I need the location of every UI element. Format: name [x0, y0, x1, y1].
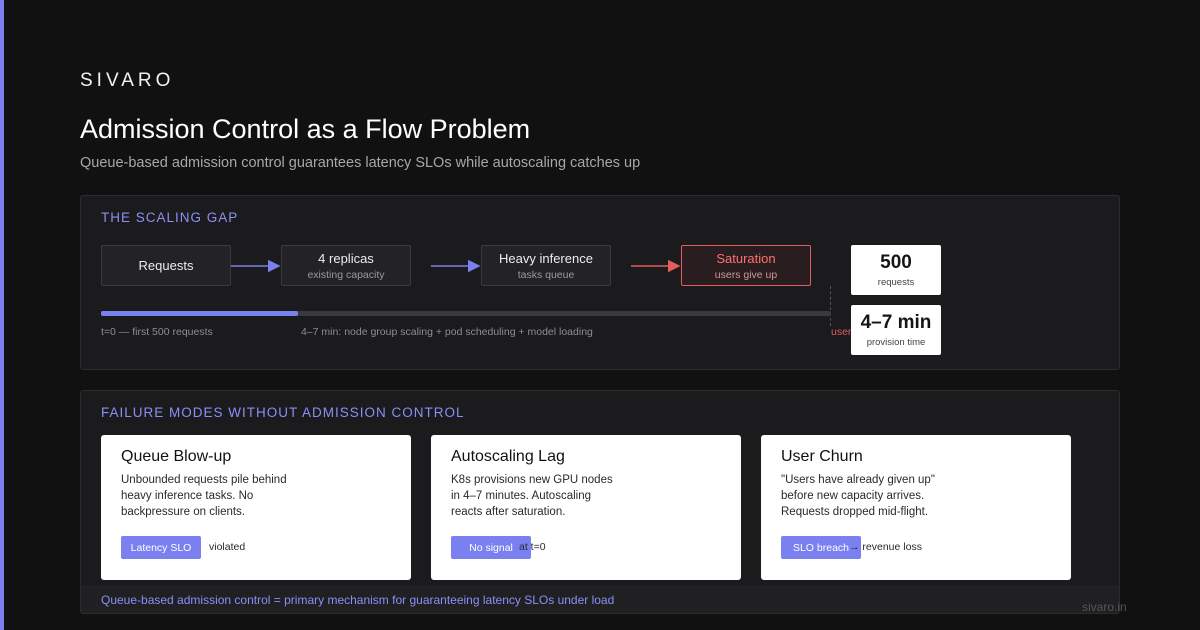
failure-card-body-line: K8s provisions new GPU nodes [451, 474, 613, 486]
stat-label: requests [877, 277, 915, 288]
summary-band: Queue-based admission control = primary … [81, 585, 1119, 613]
failure-card-body-line: reacts after saturation. [451, 506, 566, 518]
failure-modes-heading: FAILURE MODES WITHOUT ADMISSION CONTROL [101, 405, 465, 420]
timeline-progress-fill [101, 311, 299, 316]
failure-card-queue-blowup: Queue Blow-up Unbounded requests pile be… [101, 435, 411, 580]
timeline-end-label: user [831, 326, 852, 338]
failure-card-body-line: Unbounded requests pile behind [121, 474, 287, 486]
failure-card-title: Autoscaling Lag [451, 448, 565, 465]
stat-value: 500 [880, 252, 912, 273]
saturation-marker-line [830, 286, 831, 326]
stat-card-provision-time: 4–7 min provision time [851, 305, 941, 355]
flow-node-label: Requests [138, 258, 194, 273]
flow-node-label: Heavy inference [499, 250, 593, 266]
flow-node-label: Saturation [716, 250, 776, 266]
scaling-gap-heading: THE SCALING GAP [101, 210, 239, 225]
timeline-start-label: t=0 — first 500 requests [101, 326, 213, 338]
failure-card-body-line: backpressure on clients. [121, 506, 246, 518]
failure-card-body-line: in 4–7 minutes. Autoscaling [451, 490, 592, 502]
failure-card-note: → revenue loss [849, 541, 922, 553]
timeline-middle-label: 4–7 min: node group scaling + pod schedu… [301, 326, 593, 338]
timeline-track [101, 311, 831, 316]
failure-card-note: violated [209, 541, 246, 553]
summary-text: Queue-based admission control = primary … [101, 593, 615, 607]
scaling-gap-panel: THE SCALING GAP Requests 4 replicas exis… [80, 195, 1120, 370]
flow-node-heavy-inference: Heavy inference tasks queue [481, 245, 611, 286]
stat-label: provision time [866, 337, 926, 348]
failure-card-title: Queue Blow-up [121, 448, 232, 465]
stat-card-requests: 500 requests [851, 245, 941, 295]
failure-card-body-line: "Users have already given up" [781, 474, 935, 486]
flow-node-sublabel: existing capacity [307, 268, 385, 281]
failure-modes-panel: FAILURE MODES WITHOUT ADMISSION CONTROL … [80, 390, 1120, 614]
stat-value: 4–7 min [860, 312, 932, 333]
flow-node-requests: Requests [101, 245, 231, 286]
failure-card-body: Unbounded requests pile behind heavy inf… [121, 472, 321, 520]
failure-card-badge: Latency SLO [121, 536, 201, 559]
failure-card-title: User Churn [781, 448, 863, 465]
page-title: Admission Control as a Flow Problem [80, 114, 531, 144]
flow-node-sublabel: tasks queue [517, 268, 575, 281]
failure-card-autoscaling-lag: Autoscaling Lag K8s provisions new GPU n… [431, 435, 741, 580]
failure-card-note: at t=0 [519, 541, 546, 553]
flow-node-saturation: Saturation users give up [681, 245, 811, 286]
left-accent-bar [0, 0, 4, 630]
page-subtitle: Queue-based admission control guarantees… [80, 155, 641, 171]
failure-card-user-churn: User Churn "Users have already given up"… [761, 435, 1071, 580]
failure-card-body-line: Requests dropped mid-flight. [781, 506, 929, 518]
flow-node-label: 4 replicas [318, 250, 374, 266]
failure-card-body-line: before new capacity arrives. [781, 490, 925, 502]
brand-logo: SIVARO [80, 70, 175, 91]
flow-node-sublabel: users give up [714, 268, 778, 281]
failure-card-body-line: heavy inference tasks. No [121, 490, 254, 502]
failure-card-body: K8s provisions new GPU nodes in 4–7 minu… [451, 472, 651, 520]
site-url: sivaro.in [1082, 600, 1127, 614]
failure-card-body: "Users have already given up" before new… [781, 472, 981, 520]
flow-node-replicas: 4 replicas existing capacity [281, 245, 411, 286]
